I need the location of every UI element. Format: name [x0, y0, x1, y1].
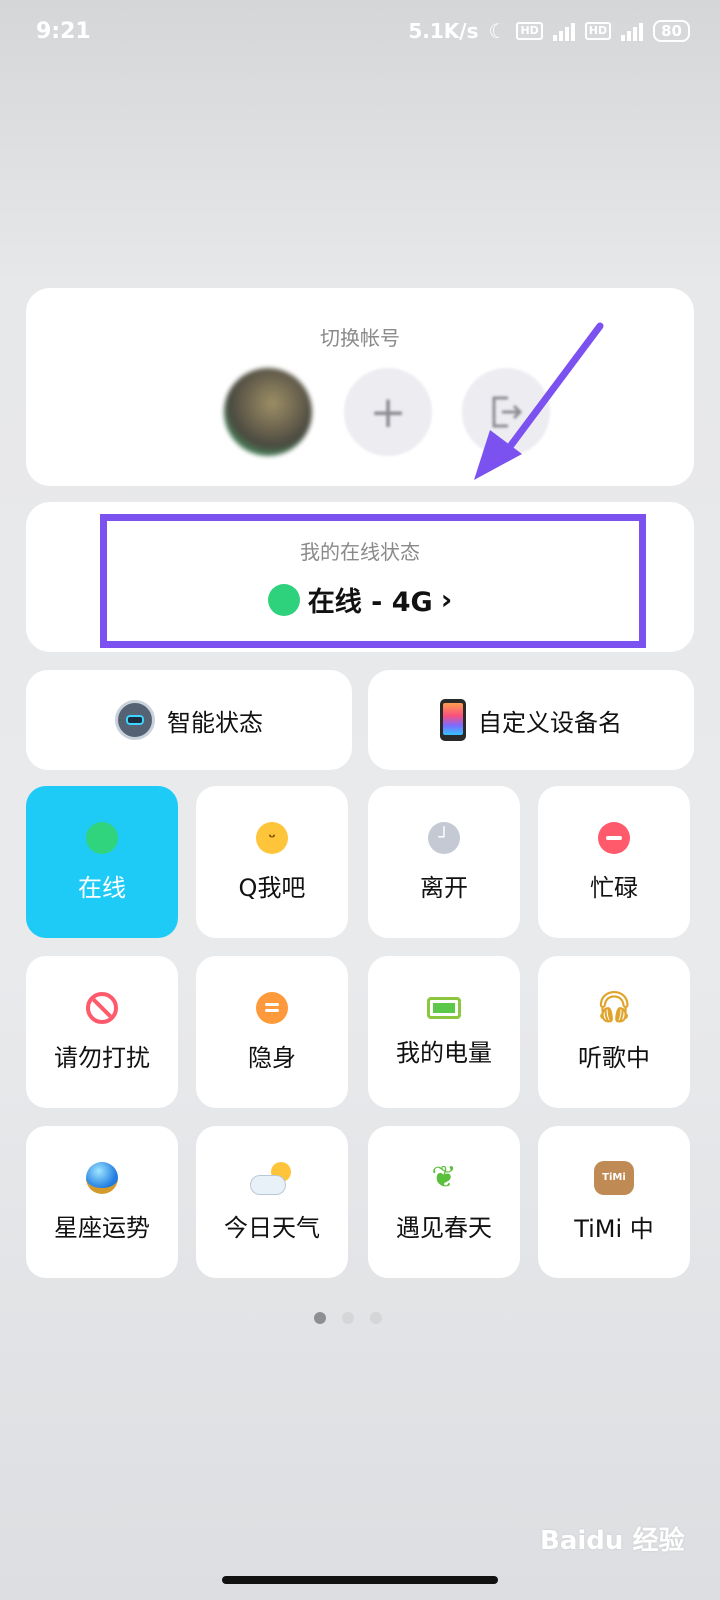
- tile-weather[interactable]: 今日天气: [196, 1126, 348, 1278]
- page-dot[interactable]: [370, 1312, 382, 1324]
- robot-icon: [115, 700, 155, 740]
- tile-label: TiMi 中: [574, 1214, 654, 1243]
- add-account-button[interactable]: +: [344, 368, 432, 456]
- pointer-arrow-icon: [474, 322, 604, 480]
- tile-label: 听歌中: [578, 1043, 650, 1072]
- tile-away[interactable]: ┘ 离开: [368, 786, 520, 938]
- invisible-icon: [256, 991, 288, 1024]
- busy-icon: [598, 821, 630, 854]
- timi-icon: TiMi: [594, 1160, 634, 1195]
- tile-label: 我的电量: [396, 1038, 492, 1067]
- custom-device-name-button[interactable]: 自定义设备名: [368, 670, 694, 770]
- clock-icon: ┘: [428, 821, 460, 854]
- tile-invisible[interactable]: 隐身: [196, 956, 348, 1108]
- battery-indicator: 80: [653, 20, 690, 42]
- tile-label: 今日天气: [224, 1213, 320, 1242]
- plus-icon: +: [369, 386, 407, 438]
- tile-horoscope[interactable]: 星座运势: [26, 1126, 178, 1278]
- tile-listening-music[interactable]: 🎧︎ 听歌中: [538, 956, 690, 1108]
- tile-label: 在线: [78, 873, 126, 902]
- phone-icon: [440, 699, 466, 741]
- hd-icon: HD: [516, 22, 543, 40]
- tile-label: 星座运势: [54, 1213, 150, 1242]
- status-indicators: 5.1K/s ☾ HD HD 80: [408, 19, 690, 43]
- tile-label: 隐身: [248, 1043, 296, 1072]
- tile-busy[interactable]: 忙碌: [538, 786, 690, 938]
- page-dot[interactable]: [342, 1312, 354, 1324]
- tile-label: 请勿打扰: [54, 1043, 150, 1072]
- status-bar: 9:21 5.1K/s ☾ HD HD 80: [0, 0, 720, 62]
- signal-icon: [552, 21, 575, 41]
- baidu-watermark: Baidu 经验: [540, 1526, 685, 1556]
- status-time: 9:21: [36, 18, 91, 44]
- tile-timi[interactable]: TiMi TiMi 中: [538, 1126, 690, 1278]
- no-disturb-icon: [86, 991, 118, 1024]
- online-dot-icon: [86, 821, 118, 854]
- tile-label: 遇见春天: [396, 1213, 492, 1242]
- crystal-ball-icon: [86, 1161, 118, 1194]
- signal-icon-2: [621, 21, 644, 41]
- tile-q-me[interactable]: ᵕ Q我吧: [196, 786, 348, 938]
- weather-icon: [251, 1161, 293, 1194]
- smile-icon: ᵕ: [256, 821, 288, 854]
- tile-meet-spring[interactable]: ❦ 遇见春天: [368, 1126, 520, 1278]
- smart-status-label: 智能状态: [167, 708, 263, 737]
- smart-status-button[interactable]: 智能状态: [26, 670, 352, 770]
- battery-icon: [427, 996, 461, 1019]
- highlight-box: [100, 514, 646, 648]
- home-indicator[interactable]: [222, 1576, 498, 1584]
- page-dot-active[interactable]: [314, 1312, 326, 1324]
- avatar[interactable]: [224, 368, 312, 456]
- tile-label: 忙碌: [590, 873, 638, 902]
- headphones-icon: 🎧︎: [594, 989, 634, 1025]
- page-indicator: [314, 1312, 382, 1324]
- tile-label: Q我吧: [238, 873, 306, 902]
- tile-do-not-disturb[interactable]: 请勿打扰: [26, 956, 178, 1108]
- sprout-icon: ❦: [431, 1159, 457, 1195]
- hd-icon-2: HD: [584, 22, 612, 40]
- custom-device-label: 自定义设备名: [478, 708, 622, 737]
- tile-my-battery[interactable]: 我的电量: [368, 956, 520, 1108]
- tile-label: 离开: [420, 873, 468, 902]
- moon-icon: ☾: [488, 19, 507, 43]
- net-speed: 5.1K/s: [408, 19, 479, 43]
- tile-online[interactable]: 在线: [26, 786, 178, 938]
